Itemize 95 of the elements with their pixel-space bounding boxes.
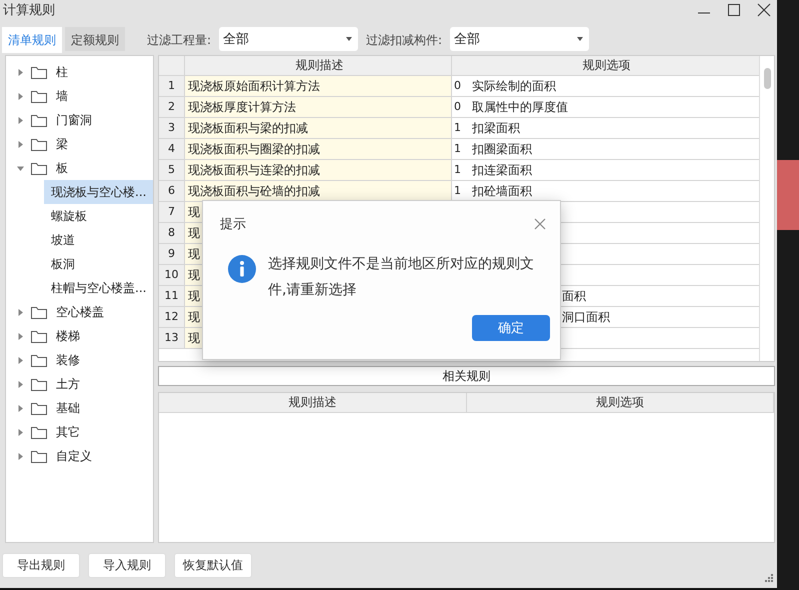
table-cell-text: 1 xyxy=(454,120,462,136)
row-number: 13 xyxy=(159,328,185,348)
folder-icon xyxy=(31,162,47,174)
folder-icon xyxy=(31,138,47,150)
expand-arrow-icon[interactable] xyxy=(17,380,24,388)
expand-arrow-icon[interactable] xyxy=(17,428,24,436)
maximize-icon[interactable] xyxy=(727,3,741,17)
row-number: 2 xyxy=(159,97,185,117)
expand-arrow-icon[interactable] xyxy=(17,116,24,124)
action-button[interactable]: 恢复默认值 xyxy=(174,553,252,578)
tree-item[interactable]: 板洞 xyxy=(44,252,153,276)
action-button[interactable]: 导出规则 xyxy=(2,553,80,578)
tab[interactable]: 清单规则 xyxy=(2,27,62,53)
table-cell-text: 实际绘制的面积 xyxy=(472,78,556,95)
expand-arrow-icon[interactable] xyxy=(17,140,24,148)
table-cell: 现浇板原始面积计算方法 xyxy=(185,76,452,96)
filter-dropdown[interactable]: 全部 xyxy=(219,27,358,51)
table-cell: 现浇板面积与梁的扣减 xyxy=(185,118,452,138)
table-cell-text: 0 xyxy=(454,78,462,94)
folder-icon xyxy=(31,90,47,102)
scrollbar-thumb[interactable] xyxy=(764,68,770,89)
table-cell-text: 面积 xyxy=(562,288,586,305)
table-cell-text: 1 xyxy=(454,162,462,178)
folder-icon xyxy=(31,402,47,414)
folder-icon xyxy=(31,330,47,342)
ok-button[interactable]: 确定 xyxy=(472,315,550,341)
filter-dropdown[interactable]: 全部 xyxy=(450,27,590,51)
action-button[interactable]: 导入规则 xyxy=(88,553,166,578)
table-cell-text: 扣砼墙面积 xyxy=(472,183,532,200)
table-cell-text: 扣连梁面积 xyxy=(472,162,532,179)
tree-item[interactable]: 其它 xyxy=(56,424,80,440)
table-cell: 现浇板厚度计算方法 xyxy=(185,97,452,117)
tree-item[interactable]: 装修 xyxy=(56,352,80,368)
row-number: 9 xyxy=(159,244,185,264)
expand-arrow-icon[interactable] xyxy=(17,332,24,340)
table-cell-text: 扣圈梁面积 xyxy=(472,141,532,158)
tree-item[interactable]: 土方 xyxy=(56,376,80,392)
table-cell: 现浇板面积与圈梁的扣减 xyxy=(185,139,452,159)
folder-icon xyxy=(31,114,47,126)
tree-item[interactable]: 空心楼盖 xyxy=(56,304,104,320)
row-number: 10 xyxy=(159,265,185,285)
row-number: 7 xyxy=(159,202,185,222)
tree-item[interactable]: 楼梯 xyxy=(56,328,80,344)
filter-label: 过滤工程量: xyxy=(147,32,212,49)
tree-item[interactable]: 现浇板与空心楼... xyxy=(44,180,153,204)
table-cell: 现浇板面积与连梁的扣减 xyxy=(185,160,452,180)
table-cell-text: 洞口面积 xyxy=(562,309,610,326)
row-number: 1 xyxy=(159,76,185,96)
tree-item[interactable]: 梁 xyxy=(56,136,68,152)
dropdown-caret-icon xyxy=(577,37,584,41)
tree-item[interactable]: 墙 xyxy=(56,88,68,104)
tree-item[interactable]: 门窗洞 xyxy=(56,112,92,128)
close-icon[interactable] xyxy=(757,3,771,17)
collapse-arrow-icon[interactable] xyxy=(17,164,24,172)
row-number: 5 xyxy=(159,160,185,180)
tree-item[interactable]: 板 xyxy=(56,160,68,176)
tree-item[interactable]: 坡道 xyxy=(44,228,153,252)
row-number: 4 xyxy=(159,139,185,159)
section-header: 相关规则 xyxy=(158,366,775,386)
table-cell-text: 取属性中的厚度值 xyxy=(472,99,568,116)
folder-icon xyxy=(31,450,47,462)
table-cell-text: 1 xyxy=(454,141,462,157)
dropdown-caret-icon xyxy=(346,37,352,41)
folder-icon xyxy=(31,378,47,390)
expand-arrow-icon[interactable] xyxy=(17,308,24,316)
table-cell: 现浇板面积与砼墙的扣减 xyxy=(185,181,452,201)
folder-icon xyxy=(31,306,47,318)
folder-icon xyxy=(31,354,47,366)
tab[interactable]: 定额规则 xyxy=(65,27,125,51)
expand-arrow-icon[interactable] xyxy=(17,356,24,364)
row-number: 12 xyxy=(159,307,185,327)
resize-grip-icon[interactable] xyxy=(765,574,773,582)
row-number: 6 xyxy=(159,181,185,201)
table-cell-text: 扣梁面积 xyxy=(472,120,520,137)
tree-item[interactable]: 基础 xyxy=(56,400,80,416)
tree-item[interactable]: 螺旋板 xyxy=(44,204,153,228)
expand-arrow-icon[interactable] xyxy=(17,404,24,412)
expand-arrow-icon[interactable] xyxy=(17,92,24,100)
table-cell-text: 1 xyxy=(454,183,462,199)
window-title: 计算规则 xyxy=(3,2,55,19)
row-number: 3 xyxy=(159,118,185,138)
folder-icon xyxy=(31,426,47,438)
table-cell-text: 0 xyxy=(454,99,462,115)
dialog-title: 提示 xyxy=(220,216,246,233)
row-number: 11 xyxy=(159,286,185,306)
column-header: 规则选项 xyxy=(466,393,774,412)
info-icon xyxy=(228,255,256,283)
row-number: 8 xyxy=(159,223,185,243)
tree-item[interactable]: 柱帽与空心楼盖... xyxy=(44,276,153,300)
tree-item[interactable]: 柱 xyxy=(56,64,68,80)
expand-arrow-icon[interactable] xyxy=(17,452,24,460)
folder-icon xyxy=(31,66,47,78)
tree-item[interactable]: 自定义 xyxy=(56,448,92,464)
filter-label: 过滤扣减构件: xyxy=(366,32,442,49)
expand-arrow-icon[interactable] xyxy=(17,68,24,76)
